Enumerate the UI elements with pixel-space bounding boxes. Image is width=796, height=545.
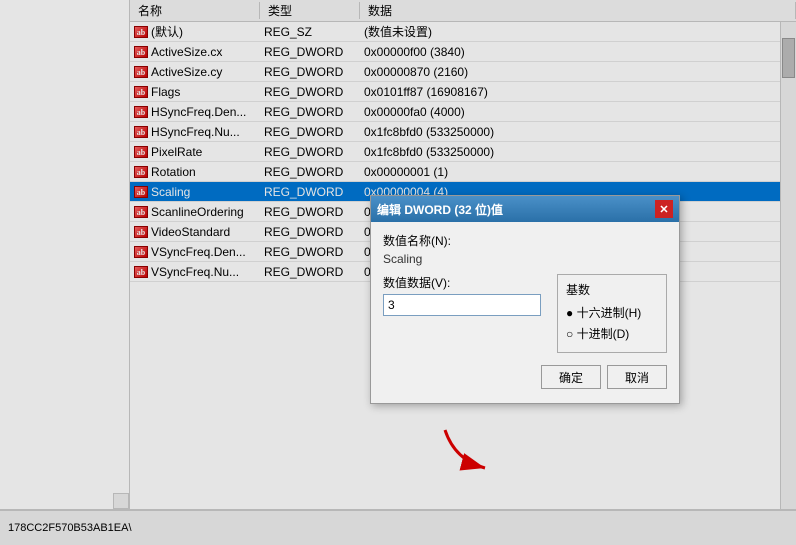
main-window: 名称 类型 数据 ab(默认)REG_SZ(数值未设置)abActiveSize…	[0, 0, 796, 545]
dialog-body: 数值名称(N): Scaling 数值数据(V): 基数 ● 十六进制(H) ○…	[371, 222, 679, 403]
hex-radio-label: ● 十六进制(H)	[566, 304, 641, 321]
dec-radio-label: ○ 十进制(D)	[566, 325, 629, 342]
dialog-close-button[interactable]: ✕	[655, 200, 673, 218]
value-data-input[interactable]	[383, 294, 541, 316]
ok-button[interactable]: 确定	[541, 365, 601, 389]
dialog-value-name: Scaling	[383, 252, 667, 266]
cancel-button[interactable]: 取消	[607, 365, 667, 389]
value-name-label: 数值名称(N):	[383, 232, 667, 249]
value-data-label: 数值数据(V):	[383, 274, 541, 291]
dialog-buttons: 确定 取消	[383, 365, 667, 393]
dialog-left-col: 数值数据(V):	[383, 274, 541, 353]
dec-radio-item[interactable]: ○ 十进制(D)	[566, 325, 658, 342]
dialog-right-col: 基数 ● 十六进制(H) ○ 十进制(D)	[557, 274, 667, 353]
base-label: 基数	[566, 281, 658, 298]
base-radio-group: 基数 ● 十六进制(H) ○ 十进制(D)	[557, 274, 667, 353]
dialog-titlebar: 编辑 DWORD (32 位)值 ✕	[371, 196, 679, 222]
dialog-title: 编辑 DWORD (32 位)值	[377, 201, 503, 218]
dword-dialog: 编辑 DWORD (32 位)值 ✕ 数值名称(N): Scaling 数值数据…	[370, 195, 680, 404]
dialog-row: 数值数据(V): 基数 ● 十六进制(H) ○ 十进制(D)	[383, 274, 667, 353]
hex-radio-item[interactable]: ● 十六进制(H)	[566, 304, 658, 321]
